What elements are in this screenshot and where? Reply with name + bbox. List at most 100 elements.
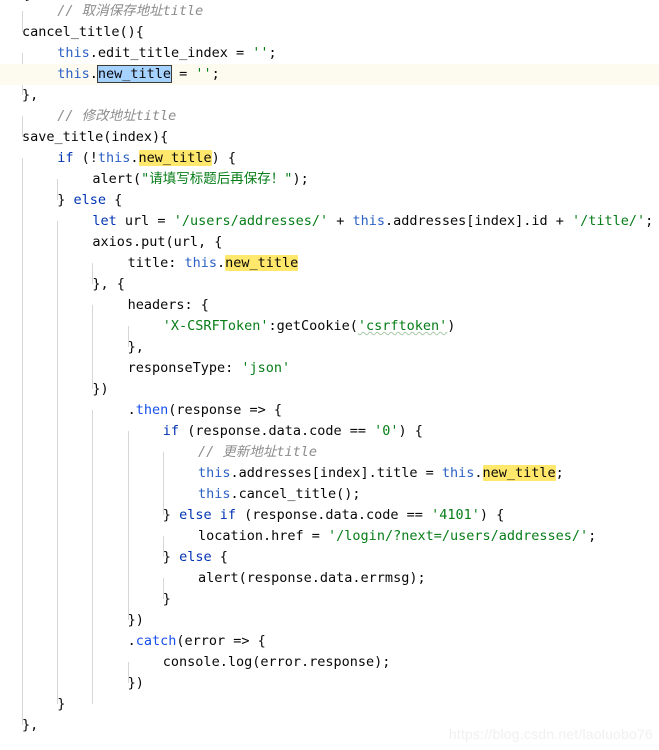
code-token: },: [127, 339, 144, 355]
code-token: axios.put(url, {: [92, 234, 223, 250]
code-token: },: [22, 717, 39, 733]
code-token: .cancel_title();: [230, 486, 361, 502]
code-token: //: [57, 3, 82, 19]
code-token: this: [441, 465, 475, 481]
code-line[interactable]: if (response.data.code == '0') {: [0, 421, 659, 442]
code-line[interactable]: }): [0, 673, 659, 694]
code-content[interactable]: },// 取消保存地址titlecancel_title(){this.edit…: [0, 0, 659, 750]
code-line[interactable]: cancel_title(){: [0, 22, 659, 43]
code-line[interactable]: } else {: [0, 190, 659, 211]
code-line[interactable]: } else if (response.data.code == '4101')…: [0, 505, 659, 526]
code-line[interactable]: .then(response => {: [0, 400, 659, 421]
code-token: .: [474, 465, 483, 481]
code-line[interactable]: axios.put(url, {: [0, 232, 659, 253]
code-line[interactable]: }): [0, 610, 659, 631]
search-match-token: new_title: [482, 465, 556, 481]
code-token: '/login/?next=/users/addresses/': [328, 528, 589, 544]
code-token: ) {: [479, 507, 505, 523]
code-token: "请填写标题后再保存！": [141, 171, 293, 187]
code-line[interactable]: // 更新地址title: [0, 442, 659, 463]
code-token: ;: [588, 528, 597, 544]
code-token: if: [57, 150, 74, 166]
code-token: }: [57, 696, 66, 712]
code-line[interactable]: },: [0, 85, 659, 106]
code-token: },: [22, 87, 39, 103]
code-token: this: [352, 213, 386, 229]
code-token: .: [130, 150, 139, 166]
code-token: {: [105, 192, 123, 208]
code-line[interactable]: }, {: [0, 274, 659, 295]
code-line[interactable]: console.log(error.response);: [0, 652, 659, 673]
code-token: console.log(error.response);: [162, 654, 391, 670]
code-line[interactable]: } else {: [0, 547, 659, 568]
code-token: =: [171, 66, 196, 82]
search-match-token: new_title: [225, 255, 299, 271]
code-token: '/title/': [571, 213, 646, 229]
code-line[interactable]: 'X-CSRFToken':getCookie('csrftoken'): [0, 316, 659, 337]
code-line[interactable]: headers: {: [0, 295, 659, 316]
code-token: this: [57, 66, 90, 82]
code-token: }: [162, 507, 180, 523]
code-line[interactable]: responseType: 'json': [0, 358, 659, 379]
code-token: {: [211, 549, 228, 565]
code-line[interactable]: this.new_title = '';: [0, 64, 659, 85]
code-line[interactable]: .catch(error => {: [0, 631, 659, 652]
search-match-token: new_title: [138, 150, 212, 166]
code-token: responseType:: [127, 360, 242, 376]
code-token: headers: {: [127, 297, 209, 313]
code-token: this: [57, 45, 90, 61]
code-token: ;: [645, 213, 654, 229]
code-token: (error => {: [176, 633, 266, 649]
code-token: .: [89, 66, 98, 82]
code-token: alert(: [92, 171, 142, 187]
code-line[interactable]: this.edit_title_index = '';: [0, 43, 659, 64]
code-line[interactable]: title: this.new_title: [0, 253, 659, 274]
code-token: catch: [135, 633, 177, 649]
code-line[interactable]: }): [0, 379, 659, 400]
code-line[interactable]: }: [0, 589, 659, 610]
code-token: .: [217, 255, 226, 271]
code-token: );: [292, 171, 309, 187]
code-token: 'json': [241, 360, 291, 376]
code-line[interactable]: this.addresses[index].title = this.new_t…: [0, 463, 659, 484]
code-token: save_title(index){: [22, 129, 169, 145]
code-token: title:: [127, 255, 185, 271]
code-token: if: [219, 507, 236, 523]
code-token: ) {: [211, 150, 237, 166]
code-line[interactable]: let url = '/users/addresses/' + this.add…: [0, 211, 659, 232]
code-token: +: [328, 213, 353, 229]
code-line[interactable]: // 取消保存地址title: [0, 1, 659, 22]
code-line[interactable]: // 修改地址title: [0, 106, 659, 127]
code-token: :getCookie(: [268, 318, 358, 334]
code-token: ): [447, 318, 456, 334]
code-token: 修改地址title: [81, 108, 177, 124]
code-line[interactable]: if (!this.new_title) {: [0, 148, 659, 169]
code-token: else: [73, 192, 106, 208]
code-token: else: [179, 549, 212, 565]
code-line[interactable]: alert("请填写标题后再保存！");: [0, 169, 659, 190]
code-token: .edit_title_index =: [89, 45, 253, 61]
code-token: }, {: [92, 276, 125, 292]
code-line[interactable]: alert(response.data.errmsg);: [0, 568, 659, 589]
code-editor[interactable]: },// 取消保存地址titlecancel_title(){this.edit…: [0, 0, 659, 750]
code-token: '0': [374, 423, 399, 439]
code-token: }): [92, 381, 109, 397]
code-line[interactable]: location.href = '/login/?next=/users/add…: [0, 526, 659, 547]
code-token: .: [127, 402, 136, 418]
code-token: then: [135, 402, 169, 418]
code-line[interactable]: },: [0, 337, 659, 358]
code-token: .: [127, 633, 136, 649]
code-line[interactable]: this.cancel_title();: [0, 484, 659, 505]
code-token: this: [198, 465, 231, 481]
code-token: .addresses[index].title =: [230, 465, 442, 481]
code-token: if: [162, 423, 180, 439]
code-line[interactable]: save_title(index){: [0, 127, 659, 148]
code-line[interactable]: }: [0, 694, 659, 715]
code-token: url =: [116, 213, 174, 229]
code-token: }: [57, 192, 74, 208]
code-token: this: [97, 150, 131, 166]
code-token: (response.data.code ==: [235, 507, 432, 523]
code-token: //: [198, 444, 223, 460]
code-token: alert(response.data.errmsg);: [198, 570, 426, 586]
code-token: 'X-CSRFToken': [162, 318, 269, 334]
